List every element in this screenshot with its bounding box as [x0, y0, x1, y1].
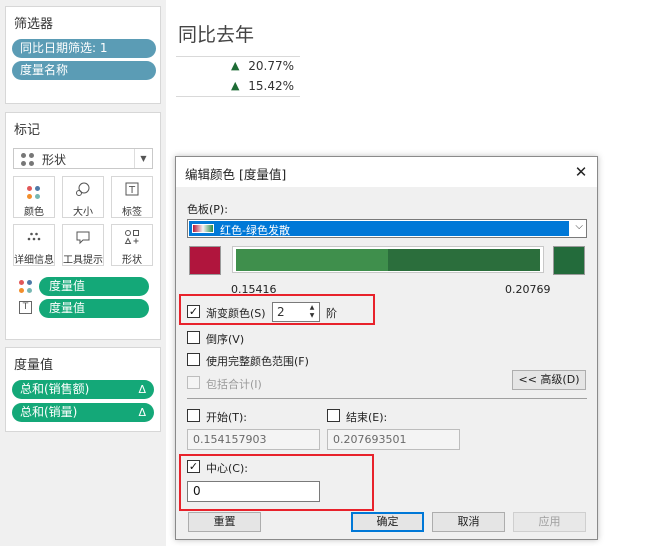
delta-icon: Δ: [138, 383, 146, 396]
shape-type-icon: [21, 152, 35, 167]
reset-button[interactable]: 重置: [188, 512, 261, 532]
shelves-panel: 筛选器 同比日期筛选: 1 度量名称 标记 形状 ▼ 颜色 大小 T 标签 详细…: [0, 0, 166, 546]
end-label: 结束(E):: [346, 411, 388, 424]
filter-pill-date[interactable]: 同比日期筛选: 1: [12, 39, 156, 58]
dialog-titlebar: 编辑颜色 [度量值] ✕: [176, 157, 597, 187]
filter-pill-measure-names[interactable]: 度量名称: [12, 61, 156, 80]
color-button-label: 颜色: [24, 207, 44, 218]
highlight-box-center: [179, 454, 374, 511]
color-button[interactable]: 颜色: [13, 176, 55, 218]
palette-select[interactable]: 红色-绿色发散 ⌵: [187, 219, 587, 238]
cancel-button[interactable]: 取消: [432, 512, 505, 532]
ok-button[interactable]: 确定: [351, 512, 424, 532]
end-color-swatch[interactable]: [553, 246, 585, 275]
start-color-swatch[interactable]: [189, 246, 221, 275]
range-max-label: 0.20769: [505, 283, 551, 296]
measure-pill-sales-label: 总和(销售额): [20, 382, 90, 396]
include-totals-label: 包括合计(I): [206, 378, 262, 391]
reversed-checkbox[interactable]: [187, 331, 200, 344]
shape-icon: [112, 229, 152, 251]
palette-value: 红色-绿色发散: [220, 224, 290, 237]
measure-values-title: 度量值: [14, 358, 54, 373]
apply-button: 应用: [513, 512, 586, 532]
detail-button-label: 详细信息: [14, 255, 54, 266]
chevron-down-icon: ⌵: [575, 221, 583, 232]
measure-pill-sales[interactable]: 总和(销售额) Δ: [12, 380, 154, 399]
include-totals-checkbox: [187, 376, 200, 389]
view-row[interactable]: ▲ 20.77%: [176, 56, 300, 76]
marks-field-text-label: 度量值: [49, 301, 86, 315]
highlight-box-stepped: [179, 294, 375, 325]
tooltip-button[interactable]: 工具提示: [62, 224, 104, 266]
label-button[interactable]: T 标签: [111, 176, 153, 218]
marks-field-text[interactable]: 度量值: [39, 299, 149, 318]
view-row[interactable]: ▲ 15.42%: [176, 76, 300, 96]
view-divider: [176, 96, 300, 97]
start-checkbox[interactable]: [187, 409, 200, 422]
start-label: 开始(T):: [206, 411, 248, 424]
view-value: 15.42%: [248, 79, 294, 93]
close-icon[interactable]: ✕: [569, 160, 593, 184]
ramp-step-dark: [388, 249, 540, 271]
filter-pill-date-label: 同比日期筛选: 1: [20, 41, 108, 55]
view-title: 同比去年: [178, 24, 255, 46]
detail-icon: [14, 229, 54, 251]
edit-color-dialog: 编辑颜色 [度量值] ✕ 色板(P): 红色-绿色发散 ⌵ 0.15416 0.…: [175, 156, 598, 540]
svg-text:T: T: [128, 185, 136, 196]
filters-title: 筛选器: [14, 17, 54, 32]
shape-button-label: 形状: [122, 255, 142, 266]
start-value-field: 0.154157903: [187, 429, 320, 450]
palette-label: 色板(P):: [187, 203, 228, 216]
mark-type-label: 形状: [42, 153, 67, 167]
reversed-label: 倒序(V): [206, 333, 245, 346]
color-ramp-preview: [232, 246, 544, 273]
ramp-step-light: [236, 249, 388, 271]
dialog-title: 编辑颜色 [度量值]: [185, 167, 287, 182]
marks-card: 标记 形状 ▼ 颜色 大小 T 标签 详细信息 工具提示 形状 度量值 T 度量…: [5, 112, 161, 340]
palette-selected: 红色-绿色发散: [189, 221, 569, 237]
delta-icon: Δ: [138, 406, 146, 419]
advanced-button[interactable]: << 高级(D): [512, 370, 586, 390]
view-value: 20.77%: [248, 59, 294, 73]
label-icon: T: [112, 181, 152, 203]
size-button[interactable]: 大小: [62, 176, 104, 218]
color-field-icon: [19, 279, 33, 294]
chevron-down-icon: ▼: [134, 149, 152, 168]
full-range-checkbox[interactable]: [187, 353, 200, 366]
text-field-icon: T: [19, 301, 32, 314]
palette-swatch-icon: [192, 224, 214, 233]
marks-title: 标记: [14, 123, 41, 138]
measure-values-card: 度量值 总和(销售额) Δ 总和(销量) Δ: [5, 347, 161, 432]
size-icon: [63, 181, 103, 203]
label-button-label: 标签: [122, 207, 142, 218]
tooltip-icon: [63, 229, 103, 251]
dialog-separator: [187, 398, 587, 399]
measure-pill-quantity-label: 总和(销量): [20, 405, 78, 419]
tooltip-button-label: 工具提示: [63, 255, 103, 266]
filters-card: 筛选器 同比日期筛选: 1 度量名称: [5, 6, 161, 104]
end-value-field: 0.207693501: [327, 429, 460, 450]
filter-pill-measure-names-label: 度量名称: [20, 63, 69, 77]
marks-field-color-label: 度量值: [49, 279, 86, 293]
mark-type-select[interactable]: 形状 ▼: [13, 148, 153, 169]
size-button-label: 大小: [73, 207, 93, 218]
end-checkbox[interactable]: [327, 409, 340, 422]
measure-pill-quantity[interactable]: 总和(销量) Δ: [12, 403, 154, 422]
up-arrow-icon: ▲: [231, 79, 240, 92]
detail-button[interactable]: 详细信息: [13, 224, 55, 266]
up-arrow-icon: ▲: [231, 59, 240, 72]
full-range-label: 使用完整颜色范围(F): [206, 355, 309, 368]
shape-button[interactable]: 形状: [111, 224, 153, 266]
marks-field-color[interactable]: 度量值: [39, 277, 149, 296]
color-icon: [14, 181, 54, 203]
